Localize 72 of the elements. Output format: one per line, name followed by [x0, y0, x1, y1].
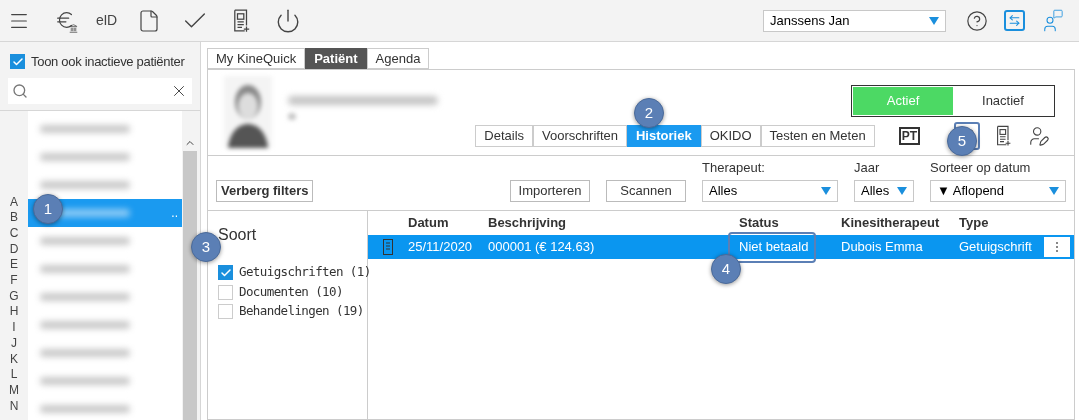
checkbox[interactable] — [10, 54, 25, 70]
dropdown-arrow-icon[interactable] — [821, 187, 831, 195]
user-select[interactable]: Janssens Jan — [763, 9, 946, 32]
callout-tooltip: 4 — [711, 254, 741, 284]
filter-label: Jaar — [854, 158, 881, 177]
pt-button[interactable]: PT — [898, 127, 920, 145]
document-icon — [383, 239, 393, 255]
eid-button[interactable]: eID — [96, 10, 117, 31]
checkbox[interactable] — [218, 284, 233, 300]
callout-tooltip: 2 — [634, 98, 664, 128]
main-tab[interactable]: Agenda — [366, 48, 430, 69]
main-tab[interactable]: My KineQuick — [207, 48, 306, 69]
column-header: Datum — [408, 214, 450, 233]
filter-label: Sorteer op datum — [930, 158, 1032, 177]
alphabet-letter[interactable]: G — [9, 288, 19, 305]
alphabet-letter[interactable]: J — [11, 335, 17, 352]
callout-tooltip: 5 — [947, 126, 977, 156]
checkbox[interactable] — [218, 304, 233, 320]
hide-filters-button[interactable]: Verberg filters — [216, 180, 314, 202]
table-cell: 000001 (€ 124.63) — [488, 239, 595, 255]
table-cell: Getuigschrift — [959, 239, 1032, 255]
dropdown-arrow-icon[interactable] — [1049, 187, 1059, 195]
filter-select[interactable]: ▼ Aflopend — [930, 180, 1066, 202]
user-edit-icon[interactable] — [1028, 125, 1050, 147]
column-header: Status — [739, 214, 780, 233]
table-cell: Dubois Emma — [841, 239, 923, 255]
sub-tab[interactable]: Voorschriften — [533, 125, 627, 147]
column-header: Kinesitherapeut — [841, 214, 941, 233]
alphabet-letter[interactable]: I — [12, 320, 16, 336]
alphabet-letter[interactable]: A — [10, 194, 18, 211]
column-header: Beschrijving — [488, 214, 568, 233]
overflow-mark: .. — [171, 204, 178, 222]
alphabet-letter[interactable]: M — [9, 382, 19, 399]
alphabet-letter[interactable]: K — [10, 351, 18, 368]
remote-support-icon[interactable] — [1004, 10, 1025, 31]
filter-select[interactable]: Alles — [702, 180, 838, 202]
table-cell: Niet betaald — [739, 239, 809, 255]
alphabet-letter[interactable]: F — [10, 273, 18, 289]
checkbox-label: Documenten (10) — [239, 282, 343, 301]
alphabet-letter[interactable]: L — [10, 367, 18, 383]
table-cell: 25/11/2020 — [408, 239, 473, 255]
dropdown-arrow-icon[interactable] — [897, 187, 907, 195]
blurred-patient-detail — [288, 113, 296, 120]
sub-tab[interactable]: OKIDO — [700, 125, 761, 147]
main-tab[interactable]: Patiënt — [305, 48, 367, 69]
filter-label: Therapeut: — [702, 158, 766, 177]
checkbox-label: Behandelingen (19) — [239, 302, 364, 321]
scrollbar[interactable] — [183, 136, 197, 420]
section-title: Soort — [218, 225, 258, 245]
help-icon[interactable] — [966, 9, 988, 32]
alphabet-letter[interactable]: H — [9, 304, 19, 321]
filter-button[interactable]: Scannen — [606, 180, 686, 202]
sub-tab[interactable]: Testen en Meten — [760, 125, 875, 147]
filter-select[interactable]: Alles — [854, 180, 914, 202]
alphabet-letter[interactable]: N — [9, 398, 19, 415]
dropdown-arrow-icon[interactable] — [929, 16, 939, 25]
alphabet-letter[interactable]: C — [9, 225, 19, 242]
column-header: Type — [959, 214, 990, 233]
checkbox-label: Getuigschriften (1) — [239, 263, 371, 282]
alphabet-letter[interactable]: B — [10, 210, 18, 226]
row-menu-button[interactable] — [1044, 237, 1070, 257]
sub-tab[interactable]: Details — [475, 125, 534, 147]
checkbox[interactable] — [218, 265, 233, 281]
search-icon — [12, 82, 28, 99]
search-field[interactable] — [8, 77, 192, 104]
alphabet-letter[interactable]: D — [9, 241, 19, 258]
document-plus-icon[interactable] — [232, 8, 251, 33]
checkbox-label: Toon ook inactieve patiënter — [31, 53, 185, 71]
user-chat-icon[interactable] — [1041, 8, 1063, 33]
filter-button[interactable]: Importeren — [510, 180, 590, 202]
alphabet-letter[interactable]: E — [10, 257, 18, 273]
document-plus-icon[interactable] — [996, 125, 1012, 147]
